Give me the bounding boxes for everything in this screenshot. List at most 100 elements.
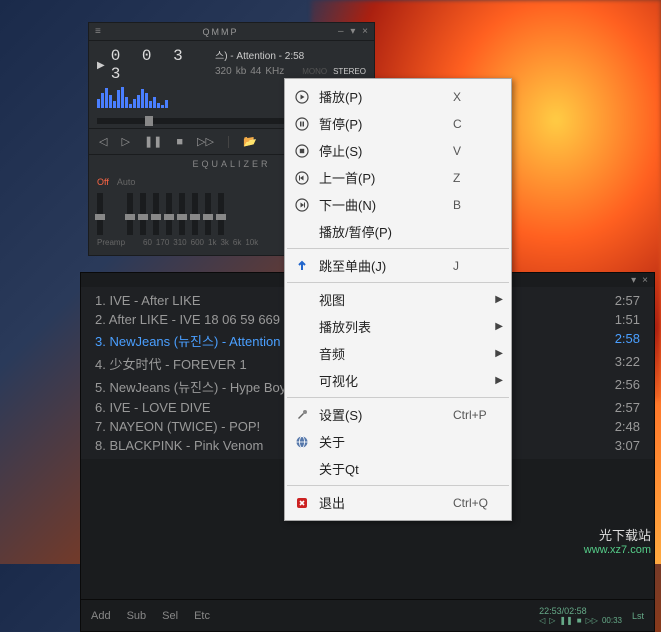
- preamp-label: Preamp: [97, 238, 125, 247]
- menu-item[interactable]: 视图▶: [285, 286, 511, 313]
- time-display: 0 0 3 3: [111, 47, 207, 83]
- menu-label: 音频: [319, 344, 487, 363]
- eq-band-slider[interactable]: [166, 193, 172, 235]
- quit-icon: [293, 495, 311, 511]
- blank-icon: [293, 319, 311, 335]
- menu-item[interactable]: 暂停(P) C: [285, 110, 511, 137]
- minimize-icon[interactable]: –: [338, 26, 344, 37]
- elapsed-time: 00:33: [602, 616, 622, 625]
- next-button[interactable]: ▷▷: [197, 135, 214, 148]
- prev-button[interactable]: ◁: [99, 135, 107, 148]
- mini-next-icon[interactable]: ▷▷: [586, 616, 598, 625]
- open-button[interactable]: 📂: [243, 135, 257, 148]
- menu-item[interactable]: 关于: [285, 428, 511, 455]
- menu-label: 跳至单曲(J): [319, 256, 445, 275]
- close-icon[interactable]: ×: [642, 275, 648, 286]
- menu-item[interactable]: 可视化 ▶: [285, 367, 511, 394]
- bitrate-value: 320: [215, 66, 232, 77]
- menu-label: 播放(P): [319, 87, 445, 106]
- menu-label: 退出: [319, 493, 445, 512]
- eq-band-slider[interactable]: [127, 193, 133, 235]
- prev-icon: [293, 170, 311, 186]
- menu-shortcut: V: [453, 144, 503, 158]
- menu-label: 关于Qt: [319, 459, 445, 478]
- menu-item[interactable]: 关于Qt: [285, 455, 511, 482]
- menu-label: 上一首(P): [319, 168, 445, 187]
- menu-item[interactable]: 跳至单曲(J) J: [285, 252, 511, 279]
- eq-band-slider[interactable]: [205, 193, 211, 235]
- menu-label: 播放/暂停(P): [319, 222, 445, 241]
- next-icon: [293, 197, 311, 213]
- stop-icon: [293, 143, 311, 159]
- now-playing: 스) - Attention - 2:58: [215, 47, 366, 62]
- eq-off-button[interactable]: Off: [97, 177, 109, 187]
- menu-shortcut: Ctrl+Q: [453, 496, 503, 510]
- app-title: QMMP: [107, 27, 334, 37]
- eq-band-slider[interactable]: [192, 193, 198, 235]
- status-play-icon: ▶: [97, 60, 105, 71]
- mini-pause-icon[interactable]: ❚❚: [559, 616, 572, 625]
- eq-preamp-slider[interactable]: [97, 193, 103, 235]
- visualizer[interactable]: [97, 86, 207, 108]
- menu-label: 暂停(P): [319, 114, 445, 133]
- add-button[interactable]: Add: [91, 610, 111, 622]
- menu-label: 视图: [319, 290, 487, 309]
- settings-icon: [293, 407, 311, 423]
- samplerate-value: 44: [250, 66, 261, 77]
- lst-button[interactable]: Lst: [632, 611, 644, 621]
- shade-icon[interactable]: ▾: [350, 26, 355, 37]
- menu-label: 关于: [319, 432, 445, 451]
- pause-button[interactable]: ❚❚: [144, 135, 162, 148]
- eq-band-slider[interactable]: [140, 193, 146, 235]
- menu-label: 播放列表: [319, 317, 487, 336]
- sel-button[interactable]: Sel: [162, 610, 178, 622]
- shade-icon[interactable]: ▾: [631, 275, 636, 286]
- blank-icon: [293, 461, 311, 477]
- globe-icon: [293, 434, 311, 450]
- menu-item[interactable]: 音频▶: [285, 340, 511, 367]
- menu-shortcut: B: [453, 198, 503, 212]
- play-button[interactable]: ▷: [121, 135, 129, 148]
- mini-prev-icon[interactable]: ◁: [539, 616, 545, 625]
- menu-item[interactable]: 播放/暂停(P): [285, 218, 511, 245]
- blank-icon: [293, 224, 311, 240]
- stereo-label: STEREO: [333, 67, 366, 76]
- samplerate-unit: KHz: [265, 66, 284, 77]
- mini-play-icon[interactable]: ▷: [549, 616, 555, 625]
- submenu-arrow-icon: ▶: [495, 375, 503, 386]
- context-menu: 播放(P)X 暂停(P) C 停止(S)V上一首(P)Z 下一曲(N) B 播放/暂停(P)…: [284, 78, 512, 521]
- eq-band-slider[interactable]: [218, 193, 224, 235]
- eq-band-slider[interactable]: [153, 193, 159, 235]
- menu-shortcut: Ctrl+P: [453, 408, 503, 422]
- menu-shortcut: C: [453, 117, 503, 131]
- sub-button[interactable]: Sub: [127, 610, 147, 622]
- menu-item[interactable]: 设置(S)Ctrl+P: [285, 401, 511, 428]
- stop-button[interactable]: ■: [176, 136, 183, 148]
- menu-item[interactable]: 下一曲(N) B: [285, 191, 511, 218]
- menu-item[interactable]: 播放(P)X: [285, 83, 511, 110]
- eq-band-slider[interactable]: [179, 193, 185, 235]
- play-icon: [293, 89, 311, 105]
- jump-icon: [293, 258, 311, 274]
- menu-shortcut: J: [453, 259, 503, 273]
- bitrate-unit: kb: [236, 66, 247, 77]
- blank-icon: [293, 292, 311, 308]
- menu-icon[interactable]: ≡: [95, 26, 107, 37]
- menu-item[interactable]: 停止(S)V: [285, 137, 511, 164]
- watermark: 光下载站 www.xz7.com: [584, 525, 651, 556]
- menu-label: 下一曲(N): [319, 195, 445, 214]
- pause-icon: [293, 116, 311, 132]
- blank-icon: [293, 373, 311, 389]
- total-time: 22:53/02:58: [539, 606, 622, 616]
- eq-auto-button[interactable]: Auto: [117, 177, 136, 187]
- etc-button[interactable]: Etc: [194, 610, 210, 622]
- menu-item[interactable]: 播放列表 ▶: [285, 313, 511, 340]
- menu-item[interactable]: 退出 Ctrl+Q: [285, 489, 511, 516]
- menu-item[interactable]: 上一首(P)Z: [285, 164, 511, 191]
- submenu-arrow-icon: ▶: [495, 321, 503, 332]
- mini-stop-icon[interactable]: ■: [577, 616, 582, 625]
- mono-label: MONO: [302, 67, 327, 76]
- close-icon[interactable]: ×: [362, 26, 368, 37]
- player-titlebar[interactable]: ≡ QMMP – ▾ ×: [89, 23, 374, 41]
- menu-label: 可视化: [319, 371, 487, 390]
